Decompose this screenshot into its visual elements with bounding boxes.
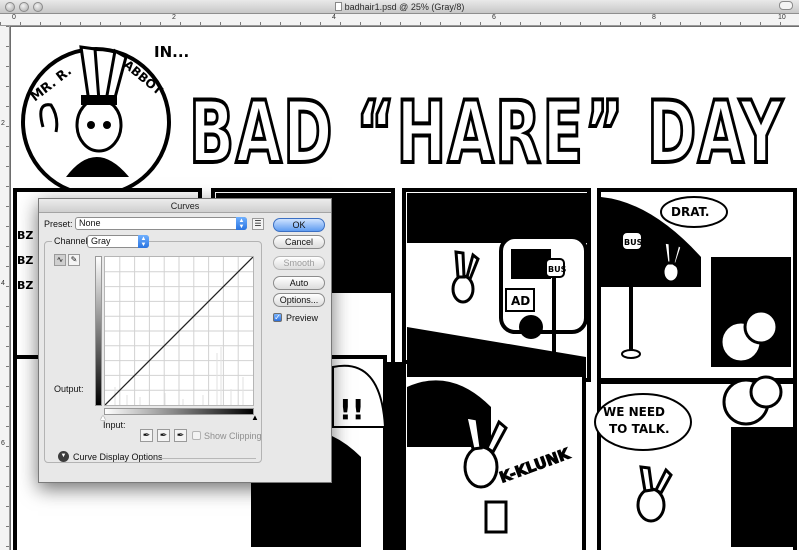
ruler-number: 0 — [12, 14, 16, 21]
close-window-button[interactable] — [5, 2, 15, 12]
minimize-window-button[interactable] — [19, 2, 29, 12]
cancel-button[interactable]: Cancel — [273, 235, 325, 249]
show-clipping-checkbox[interactable] — [192, 431, 201, 440]
black-eyedropper-icon[interactable]: ✒ — [140, 429, 153, 442]
ruler-number: 4 — [332, 14, 336, 21]
preset-label: Preset: — [44, 219, 73, 229]
curve-display-options-label[interactable]: Curve Display Options — [73, 452, 163, 462]
show-clipping-label: Show Clipping — [204, 431, 262, 441]
preset-options-icon[interactable]: ☰ — [252, 218, 264, 230]
horizontal-ruler[interactable]: 0 2 4 6 8 10 — [0, 14, 799, 26]
preset-value: None — [79, 218, 101, 228]
separator-line — [160, 458, 256, 459]
channel-value: Gray — [91, 236, 111, 246]
in-label: IN... — [154, 43, 189, 61]
smooth-button[interactable]: Smooth — [273, 256, 325, 270]
preset-select[interactable]: None ▲ ▼ — [75, 217, 247, 230]
ruler-number: 6 — [492, 14, 496, 21]
select-arrows-icon: ▲ ▼ — [138, 235, 149, 248]
auto-button[interactable]: Auto — [273, 276, 325, 290]
bus-ad-label: AD — [511, 294, 530, 308]
input-gradient-bar — [104, 408, 254, 415]
document-icon — [334, 2, 342, 11]
buzz-text: BZ BZ BZ — [17, 229, 33, 292]
bus-stop-label: BUS — [624, 238, 643, 247]
white-eyedropper-icon[interactable]: ✒ — [174, 429, 187, 442]
select-arrows-icon: ▲ ▼ — [236, 217, 247, 230]
ruler-number: 10 — [778, 14, 786, 21]
output-gradient-bar — [95, 256, 102, 406]
svg-text:TO TALK.: TO TALK. — [609, 422, 670, 436]
gray-eyedropper-icon[interactable]: ✒ — [157, 429, 170, 442]
ruler-number: 6 — [1, 440, 5, 447]
zoom-window-button[interactable] — [33, 2, 43, 12]
vertical-ruler[interactable]: 2 4 6 — [0, 26, 10, 550]
svg-text:BZ: BZ — [17, 279, 33, 292]
ruler-number: 4 — [1, 280, 5, 287]
curve-grid — [104, 256, 254, 406]
output-label: Output: — [54, 384, 84, 394]
pencil-tool-icon[interactable]: ✎ — [68, 254, 80, 266]
svg-text:!!: !! — [339, 393, 365, 426]
window-title: badhair1.psd @ 25% (Gray/8) — [344, 2, 465, 12]
channel-select[interactable]: Gray ▲ ▼ — [87, 235, 149, 248]
ok-button[interactable]: OK — [273, 218, 325, 232]
disclosure-triangle-icon[interactable]: ▼ — [58, 451, 69, 462]
white-point-slider-icon[interactable]: ▲ — [251, 413, 259, 422]
preview-checkbox[interactable]: ✓ — [273, 313, 282, 322]
comic-title: BAD “HARE” DAY — [189, 83, 784, 183]
ruler-number: 8 — [652, 14, 656, 21]
ruler-number: 2 — [172, 14, 176, 21]
speech-bubble-drat: DRAT. — [660, 196, 728, 228]
preview-label: Preview — [286, 313, 319, 323]
bus-sign-label: BUS — [548, 265, 567, 274]
options-button[interactable]: Options... — [273, 293, 325, 307]
speech-bubble-need-talk: WE NEED TO TALK. — [594, 393, 692, 451]
curve-points-tool-icon[interactable]: ∿ — [54, 254, 66, 266]
input-label: Input: — [103, 420, 126, 430]
svg-text:DRAT.: DRAT. — [671, 205, 709, 219]
curves-dialog-title: Curves — [39, 199, 331, 213]
toolbar-toggle-button[interactable] — [779, 1, 793, 10]
ruler-number: 2 — [1, 120, 5, 127]
svg-text:WE NEED: WE NEED — [603, 405, 665, 419]
window-titlebar: badhair1.psd @ 25% (Gray/8) — [0, 0, 799, 14]
curve-graph[interactable] — [104, 256, 254, 406]
svg-text:BZ: BZ — [17, 229, 33, 242]
svg-text:BZ: BZ — [17, 254, 33, 267]
header-emblem: MR. R. ABBOT — [21, 45, 171, 197]
